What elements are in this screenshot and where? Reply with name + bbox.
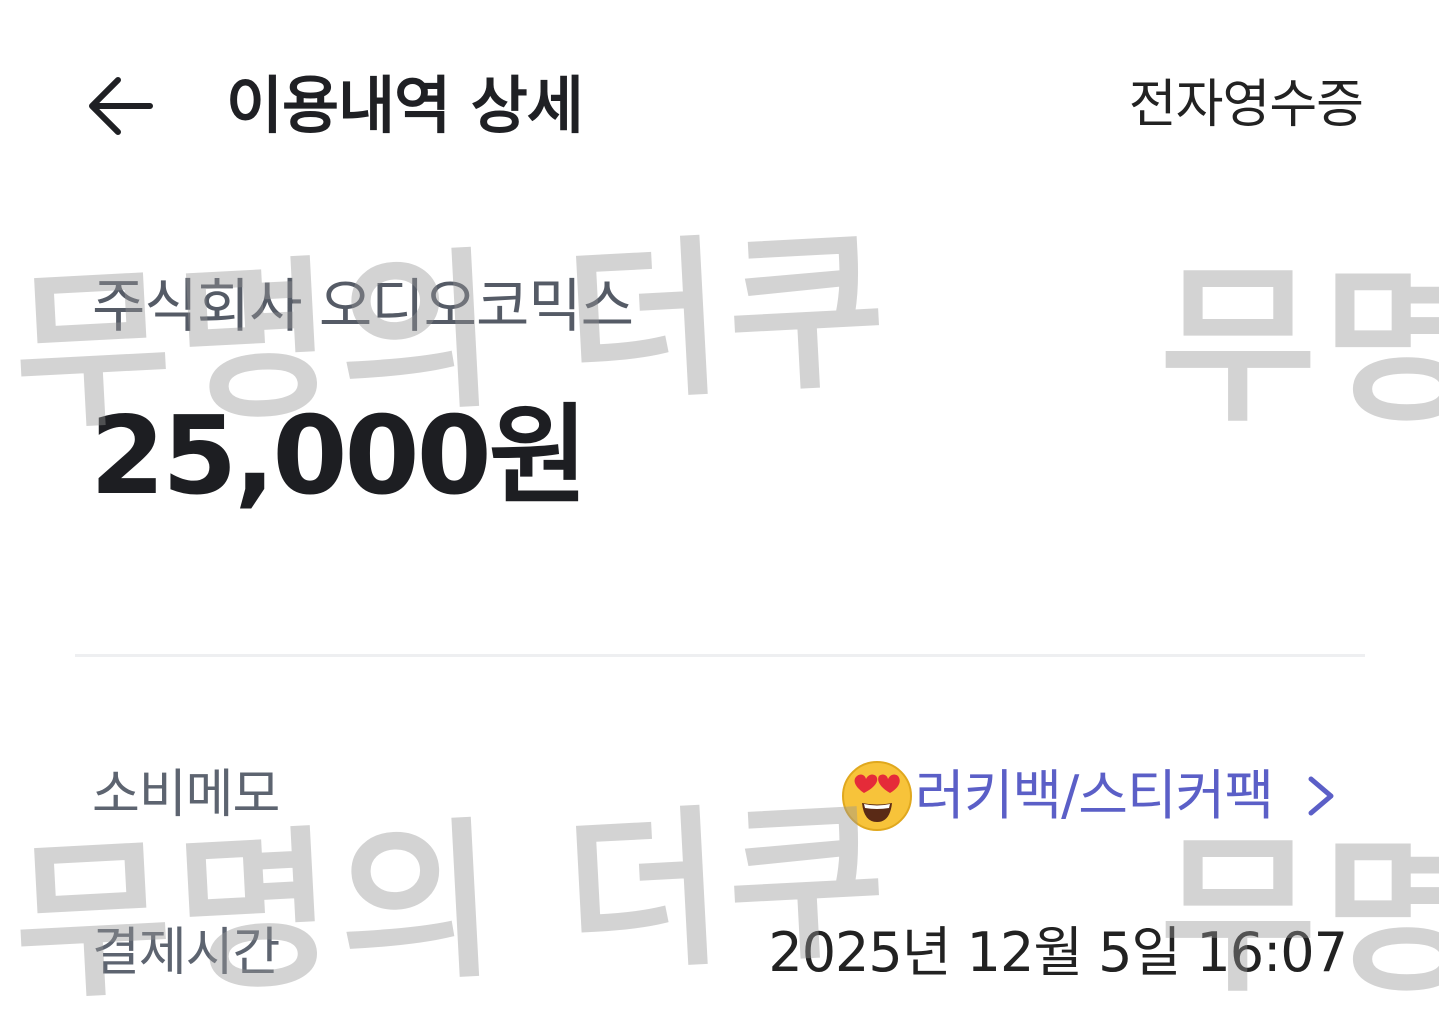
heart-eyes-emoji-icon xyxy=(841,760,913,832)
e-receipt-button[interactable]: 전자영수증 xyxy=(1129,70,1364,140)
payment-time-label: 결제시간 xyxy=(92,923,280,983)
page-title: 이용내역 상세 xyxy=(226,69,584,142)
merchant-name: 주식회사 오디오코믹스 xyxy=(92,272,634,340)
payment-time-value: 2025년 12월 5일 16:07 xyxy=(768,921,1348,984)
payment-amount: 25,000원 xyxy=(90,394,588,519)
watermark-text: 무명의 xyxy=(1160,248,1439,446)
header-bar: 이용내역 상세 전자영수증 xyxy=(0,0,1439,210)
memo-label: 소비메모 xyxy=(92,765,280,825)
memo-value: 러키백/스티커팩 xyxy=(915,764,1274,827)
memo-value-link[interactable]: 러키백/스티커팩 xyxy=(841,756,1343,836)
arrow-left-icon xyxy=(89,77,153,135)
back-button[interactable] xyxy=(80,68,160,148)
chevron-right-icon xyxy=(1299,771,1343,821)
divider xyxy=(75,654,1365,657)
